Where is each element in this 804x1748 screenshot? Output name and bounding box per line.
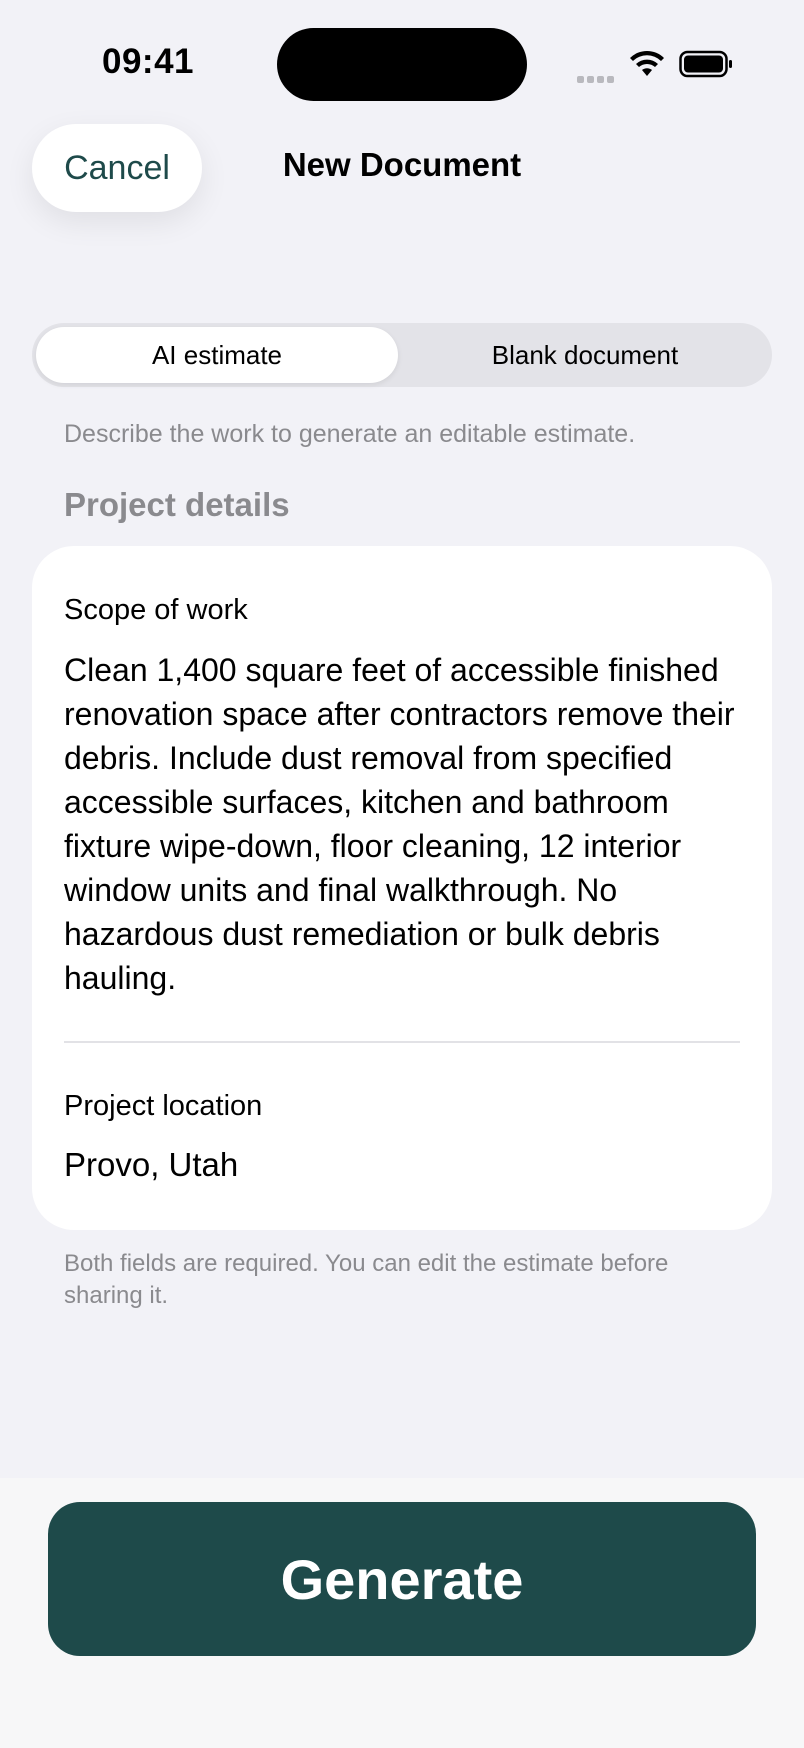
segment-blank-document[interactable]: Blank document [402,327,768,383]
dynamic-island [277,28,527,101]
segment-ai-estimate[interactable]: AI estimate [36,327,398,383]
status-time: 09:41 [102,42,195,81]
generate-button[interactable]: Generate [48,1502,756,1656]
footnote: Both fields are required. You can edit t… [64,1250,669,1309]
divider [64,1041,740,1043]
project-details-card: Scope of work Clean 1,400 square feet of… [32,546,772,1230]
document-type-segmented-control: AI estimate Blank document [32,323,772,387]
scope-of-work-input[interactable]: Clean 1,400 square feet of accessible fi… [64,648,754,1000]
project-location-label: Project location [64,1090,263,1122]
project-location-input[interactable]: Provo, Utah [64,1146,238,1184]
wifi-icon [630,50,664,76]
scope-of-work-label: Scope of work [64,594,248,626]
signal-icon [577,70,617,83]
page-title: New Document [282,146,522,183]
helper-text: Describe the work to generate an editabl… [64,420,636,448]
status-bar: 09:41 [0,0,804,120]
section-header: Project details [64,486,290,523]
battery-icon [679,50,732,78]
